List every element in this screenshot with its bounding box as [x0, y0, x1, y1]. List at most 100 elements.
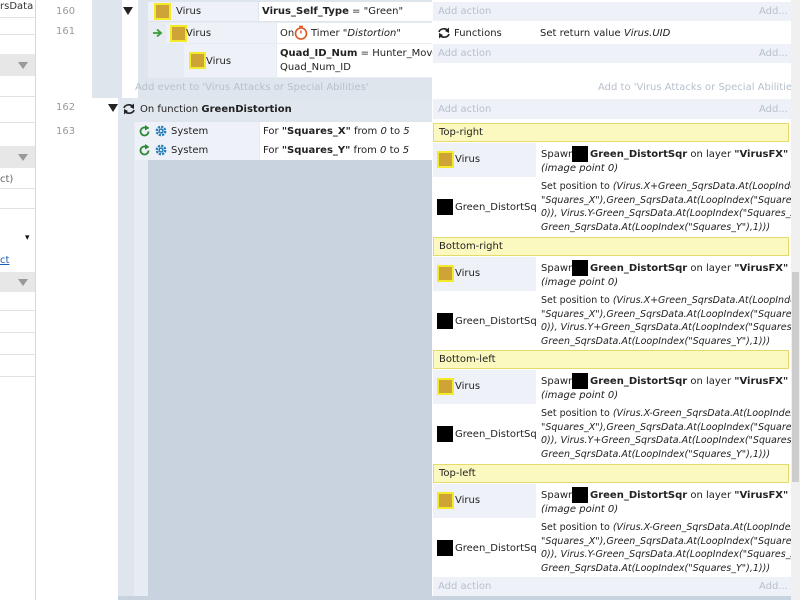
vertical-scrollbar[interactable]	[791, 0, 800, 600]
spawn-action-cell[interactable]: Spawn Green_DistortSqr on layer "VirusFX…	[537, 484, 791, 518]
virus-object-icon	[189, 52, 206, 69]
position-expression-line: "Squares_X"),Green_SqrsData.At(LoopIndex…	[541, 308, 800, 320]
comment-header[interactable]: Bottom-left	[433, 350, 789, 369]
event-161-condition2-cell[interactable]: Quad_ID_Num = Hunter_Move. Quad_Num_ID	[277, 44, 442, 77]
comment-title: Bottom-left	[439, 354, 496, 365]
action-object-name: Virus	[455, 495, 481, 506]
dropdown-arrow-icon: ▾	[25, 233, 30, 243]
left-panel-dropdown[interactable]: ▾	[0, 230, 35, 248]
left-panel-section-header[interactable]	[0, 272, 35, 292]
left-panel-link[interactable]: ct	[0, 255, 9, 267]
position-action-cell[interactable]: Set position to (Virus.X+Green_SqrsData.…	[537, 292, 800, 350]
position-action-object-cell[interactable]: Green_DistortSqr	[433, 519, 541, 577]
position-action-cell[interactable]: Set position to (Virus.X-Green_SqrsData.…	[537, 405, 800, 463]
spawn-layer: "VirusFX"	[734, 376, 789, 387]
function-loop-icon	[123, 103, 135, 115]
event-162-function-cell[interactable]: On function GreenDistortion	[118, 99, 432, 119]
event-162-add-action-cell[interactable]: Add action Add...	[433, 99, 791, 119]
add-event-link[interactable]: Add event to 'Virus Attacks or Special A…	[135, 82, 369, 94]
spawn-action-object-cell[interactable]: Virus	[433, 484, 536, 518]
spawn-action-cell[interactable]: Spawn Green_DistortSqr on layer "VirusFX…	[537, 257, 791, 291]
event-163-add-action-cell[interactable]: Add action Add...	[433, 577, 791, 596]
row-number-gutter	[37, 0, 97, 600]
event-161-condition1-object-cell[interactable]: Virus	[166, 23, 276, 43]
spawn-action-cell[interactable]: Spawn Green_DistortSqr on layer "VirusFX…	[537, 370, 791, 404]
timer-label: Timer	[311, 28, 340, 39]
green-distortsqr-icon	[437, 426, 453, 442]
comment-header[interactable]: Top-right	[433, 123, 789, 142]
green-distortsqr-icon	[572, 487, 588, 503]
spawn-action-object-cell[interactable]: Virus	[433, 257, 536, 291]
event-160-action-cell[interactable]: Add action Add...	[433, 2, 791, 21]
event-161-condition1-cell[interactable]: On Timer "Distortion"	[277, 23, 432, 43]
add-action-short-link[interactable]: Add...	[759, 48, 788, 60]
spawn-prefix: Spawn	[541, 490, 575, 501]
comment-title: Top-right	[439, 127, 483, 138]
green-distortsqr-icon	[572, 373, 588, 389]
add-action-short-link[interactable]: Add...	[759, 581, 788, 593]
add-action-link[interactable]: Add action	[438, 48, 491, 60]
add-action-link[interactable]: Add action	[438, 581, 491, 593]
timer-icon	[294, 25, 308, 40]
event-161-add-action-cell[interactable]: Add action Add...	[433, 44, 791, 63]
position-action-object-cell[interactable]: Green_DistortSqr	[433, 405, 541, 463]
add-action-short-link[interactable]: Add...	[759, 6, 788, 18]
action-text: Set return value	[540, 28, 624, 39]
scrollbar-thumb[interactable]	[792, 272, 799, 482]
position-action-object-cell[interactable]: Green_DistortSqr	[433, 178, 541, 236]
collapse-triangle-icon	[18, 279, 28, 286]
event-161-action-cell[interactable]: Set return value Virus.UID	[534, 23, 791, 43]
function-label: On function	[140, 104, 202, 115]
comment-header[interactable]: Top-left	[433, 464, 789, 483]
spawn-action-cell[interactable]: Spawn Green_DistortSqr on layer "VirusFX…	[537, 143, 791, 177]
event-163-condition2-cell[interactable]: For "Squares_Y" from 0 to 5	[260, 141, 432, 160]
collapse-triangle-icon	[18, 154, 28, 161]
position-prefix: Set position to	[541, 181, 613, 192]
spawn-image-point: (image point 0)	[541, 277, 619, 288]
spawn-object-name: Green_DistortSqr	[590, 149, 688, 160]
position-prefix: Set position to	[541, 522, 613, 533]
collapse-triangle-icon[interactable]	[108, 104, 118, 112]
add-action-link[interactable]: Add action	[438, 104, 491, 116]
spawn-prefix: Spawn	[541, 263, 575, 274]
action-object-name: Green_DistortSqr	[455, 316, 541, 327]
collapse-triangle-icon[interactable]	[123, 7, 133, 15]
position-expression-line: "Squares_X"),Green_SqrsData.At(LoopIndex…	[541, 421, 800, 433]
comment-header[interactable]: Bottom-right	[433, 237, 789, 256]
add-action-short-link[interactable]: Add...	[759, 104, 788, 116]
add-action-link[interactable]: Add action	[438, 6, 491, 18]
position-action-object-cell[interactable]: Green_DistortSqr	[433, 292, 541, 350]
functions-loop-icon	[438, 27, 450, 39]
spawn-action-object-cell[interactable]: Virus	[433, 370, 536, 404]
event-163-condition1-object-cell[interactable]: System	[135, 122, 259, 141]
position-expression-line: "Squares_X"),Green_SqrsData.At(LoopIndex…	[541, 194, 800, 206]
position-expression-line: (Virus.X+Green_SqrsData.At(LoopIndex(	[612, 181, 800, 192]
event-sheet: 160 161 162 163 Virus Virus_Self_Type = …	[37, 0, 800, 600]
event-163-condition1-cell[interactable]: For "Squares_X" from 0 to 5	[260, 122, 432, 141]
event-160-condition-object-cell[interactable]: Virus	[148, 2, 258, 21]
gear-icon	[155, 144, 167, 156]
left-panel-section-header[interactable]	[0, 146, 35, 168]
spawn-action-object-cell[interactable]: Virus	[433, 143, 536, 177]
spawn-image-point: (image point 0)	[541, 390, 619, 401]
event-160-condition-cell[interactable]: Virus_Self_Type = "Green"	[259, 2, 432, 21]
event-163-condition2-object-cell[interactable]: System	[135, 141, 259, 160]
spawn-prefix: Spawn	[541, 149, 575, 160]
object-name: Virus	[206, 56, 232, 67]
variable-name: Quad_ID_Num	[280, 48, 358, 59]
event-161-condition2-object-cell[interactable]: Virus	[184, 44, 276, 77]
green-distortsqr-icon	[572, 146, 588, 162]
spawn-layer: "VirusFX"	[734, 490, 789, 501]
position-expression-line: Green_SqrsData.At(LoopIndex("Squares_Y")…	[541, 221, 771, 233]
green-distortsqr-icon	[437, 199, 453, 215]
position-action-cell[interactable]: Set position to (Virus.X+Green_SqrsData.…	[537, 178, 800, 236]
gear-icon	[155, 125, 167, 137]
event-161-action-object-cell[interactable]: Functions	[433, 23, 533, 43]
action-object-name: Green_DistortSqr	[455, 429, 541, 440]
virus-object-icon	[437, 492, 454, 509]
loop-end: 5	[403, 126, 410, 137]
left-panel-section-header[interactable]	[0, 54, 35, 76]
position-action-cell[interactable]: Set position to (Virus.X-Green_SqrsData.…	[537, 519, 800, 577]
add-to-group-link[interactable]: Add to 'Virus Attacks or Special Abiliti…	[598, 82, 800, 94]
left-panel-item: ct)	[0, 174, 14, 185]
